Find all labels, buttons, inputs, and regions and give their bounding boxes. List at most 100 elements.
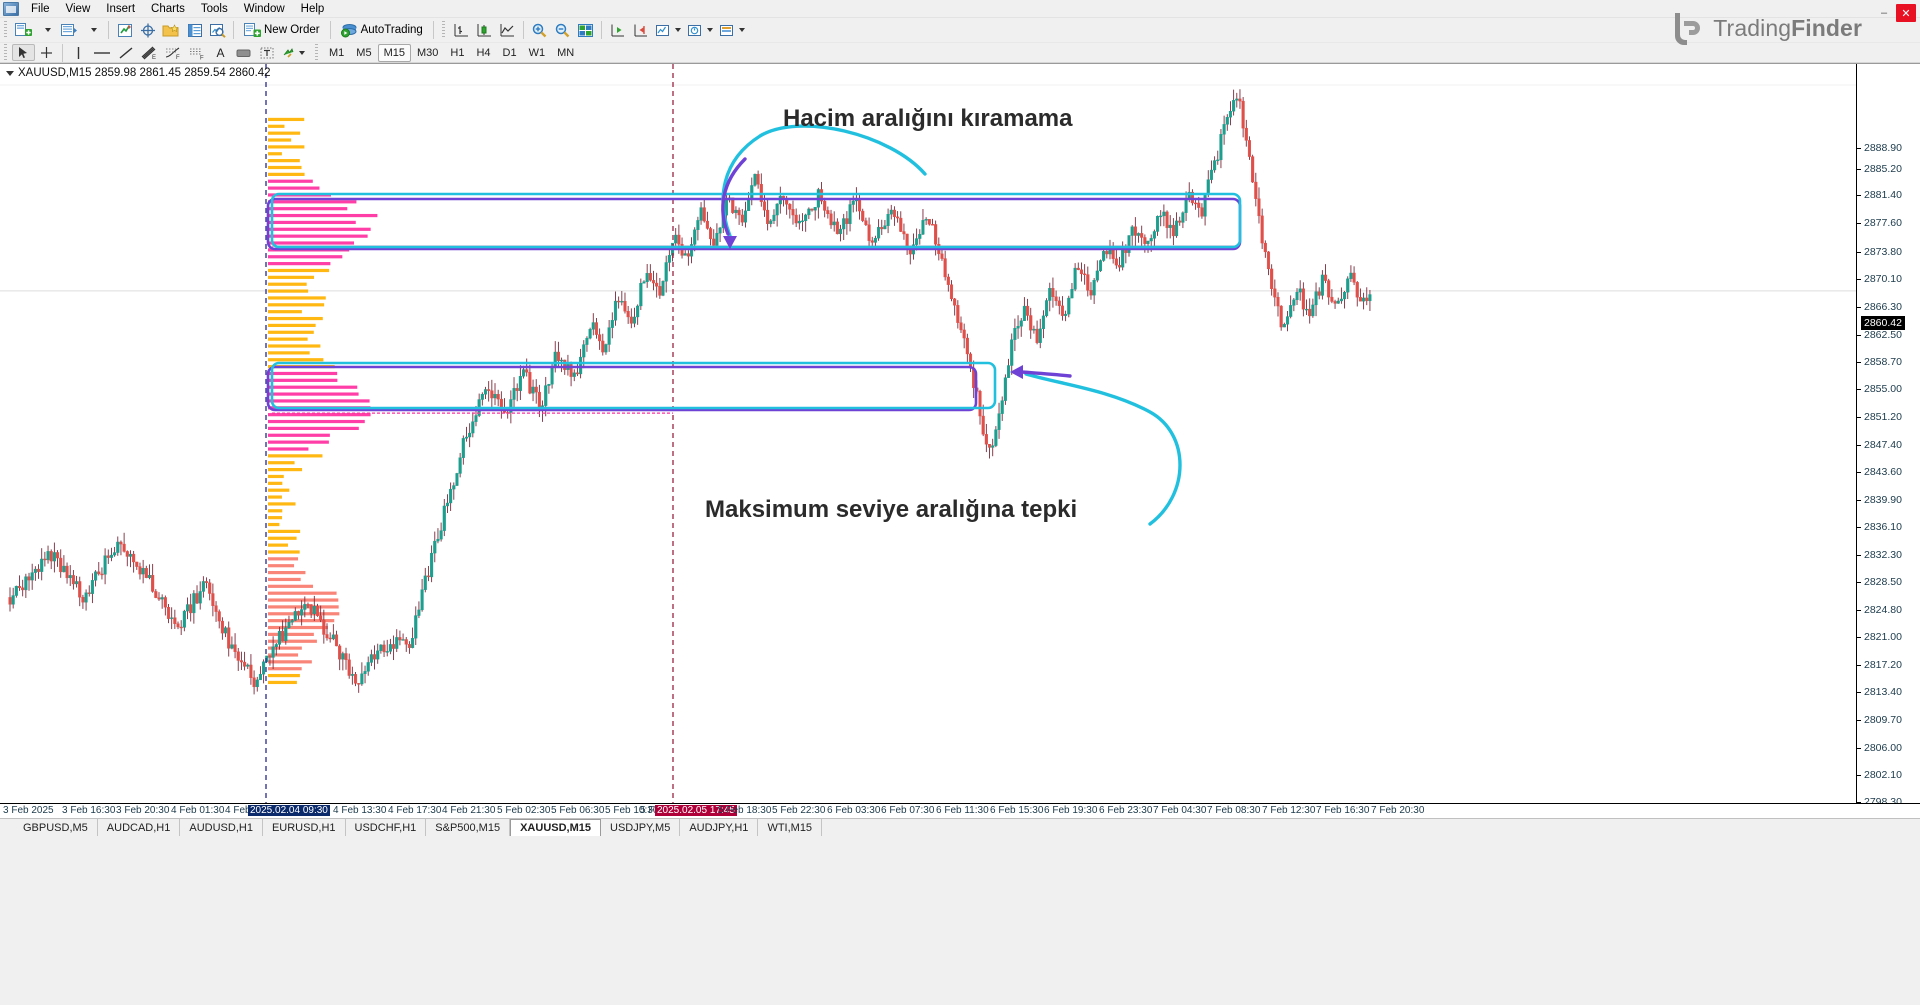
- text-icon[interactable]: A: [209, 42, 232, 64]
- price-axis-label: 2866.30: [1857, 301, 1902, 313]
- chart-tab-usdjpym5[interactable]: USDJPY,M5: [601, 819, 681, 836]
- time-axis-label: 6 Feb 23:30: [1099, 805, 1153, 816]
- price-axis-label: 2888.90: [1857, 142, 1902, 154]
- timeframe-h1[interactable]: H1: [444, 44, 470, 62]
- vertical-line-icon[interactable]: [67, 42, 90, 64]
- chart-tab-gbpusdm5[interactable]: GBPUSD,M5: [14, 819, 98, 836]
- timeframe-mn[interactable]: MN: [551, 44, 580, 62]
- time-axis-label: 7 Feb 20:30: [1371, 805, 1425, 816]
- drawing-toolbar: E F F A M1 M5 M15 M30 H1 H4 D1 W1 MN: [0, 43, 1920, 63]
- auto-scroll-button[interactable]: [606, 19, 629, 41]
- menu-item-tools[interactable]: Tools: [193, 0, 236, 18]
- svg-text:E: E: [152, 55, 156, 60]
- timeframe-m5[interactable]: M5: [350, 44, 377, 62]
- menu-item-file[interactable]: File: [23, 0, 58, 18]
- menu-item-help[interactable]: Help: [293, 0, 333, 18]
- chart-tab-usdchfh1[interactable]: USDCHF,H1: [346, 819, 427, 836]
- periodicity-button[interactable]: [684, 19, 716, 41]
- minimize-button[interactable]: –: [1875, 4, 1893, 22]
- chart-tab-wtim15[interactable]: WTI,M15: [758, 819, 823, 836]
- timeframe-m30[interactable]: M30: [411, 44, 444, 62]
- upper-zone-cyan: [270, 192, 1242, 249]
- favorites-folder-button[interactable]: [159, 19, 183, 41]
- time-axis-label: 7 Feb 16:30: [1316, 805, 1370, 816]
- menu-item-insert[interactable]: Insert: [98, 0, 143, 18]
- chart-tab-xauusdm15[interactable]: XAUUSD,M15: [510, 819, 601, 836]
- time-axis-label: 6 Feb 07:30: [881, 805, 935, 816]
- cursor-icon[interactable]: [12, 44, 35, 61]
- price-axis-label: 2862.50: [1857, 329, 1902, 341]
- svg-text:F: F: [200, 55, 204, 60]
- time-axis[interactable]: 3 Feb 2025 3 Feb 16:30 3 Feb 20:30 4 Feb 01…: [0, 803, 1920, 818]
- new-chart-dropdown[interactable]: [35, 19, 58, 41]
- text-box-icon[interactable]: [255, 42, 278, 64]
- market-watch-button[interactable]: [113, 19, 136, 41]
- timeframe-w1[interactable]: W1: [523, 44, 552, 62]
- text-label-icon[interactable]: [232, 42, 255, 64]
- time-axis-label: 4 Feb 17:30: [388, 805, 442, 816]
- toolbar-grip[interactable]: [314, 43, 320, 62]
- bar-chart-button[interactable]: [450, 19, 473, 41]
- terminal-button[interactable]: [183, 19, 206, 41]
- fibonacci-retracement-icon[interactable]: F: [161, 42, 185, 64]
- main-toolbar: New Order AutoTrading: [0, 18, 1920, 43]
- autotrading-button[interactable]: AutoTrading: [335, 19, 429, 41]
- line-chart-button[interactable]: [496, 19, 519, 41]
- chart-menu-caret-icon[interactable]: [6, 70, 14, 76]
- fibonacci-fan-icon[interactable]: F: [185, 42, 209, 64]
- strategy-tester-button[interactable]: [206, 19, 229, 41]
- toolbar-separator: [62, 43, 63, 62]
- toolbar-separator: [329, 21, 331, 39]
- timeframe-d1[interactable]: D1: [497, 44, 523, 62]
- chart-tab-eurusdh1[interactable]: EURUSD,H1: [263, 819, 346, 836]
- price-axis-label: 2877.60: [1857, 217, 1902, 229]
- indicators-button[interactable]: [652, 19, 684, 41]
- price-axis-label: 2809.70: [1857, 714, 1902, 726]
- timeframe-m15[interactable]: M15: [377, 43, 411, 62]
- chart-tab-audcadh1[interactable]: AUDCAD,H1: [98, 819, 181, 836]
- close-button[interactable]: ✕: [1896, 4, 1916, 22]
- autotrading-label: AutoTrading: [360, 24, 423, 36]
- crosshair-icon[interactable]: [35, 42, 58, 64]
- profiles-button[interactable]: [58, 19, 81, 41]
- price-axis-label: 2843.60: [1857, 466, 1902, 478]
- chart-shift-button[interactable]: [629, 19, 652, 41]
- price-axis-label: 2855.00: [1857, 383, 1902, 395]
- timeframe-m1[interactable]: M1: [323, 44, 350, 62]
- price-axis-label: 2885.20: [1857, 163, 1902, 175]
- toolbar-separator: [600, 21, 602, 39]
- chart-tab-sp500m15[interactable]: S&P500,M15: [426, 819, 511, 836]
- chart-area[interactable]: XAUUSD,M15 2859.98 2861.45 2859.54 2860.…: [0, 63, 1920, 863]
- templates-button[interactable]: [716, 19, 748, 41]
- arrows-icon[interactable]: [278, 42, 308, 64]
- equidistant-channel-icon[interactable]: E: [137, 42, 161, 64]
- time-axis-label: 6 Feb 19:30: [1044, 805, 1098, 816]
- chart-canvas[interactable]: Hacim aralığını kıramama Maksimum seviye …: [0, 64, 1856, 804]
- price-axis-label: 2881.40: [1857, 189, 1902, 201]
- new-order-button[interactable]: New Order: [238, 19, 326, 41]
- grid-button[interactable]: [574, 19, 597, 41]
- navigator-button[interactable]: [136, 19, 159, 41]
- time-axis-label: 3 Feb 16:30: [62, 805, 116, 816]
- menu-item-view[interactable]: View: [58, 0, 99, 18]
- profiles-dropdown[interactable]: [81, 19, 104, 41]
- zoom-out-button[interactable]: [551, 19, 574, 41]
- time-axis-label: 4 Feb 01:30: [171, 805, 225, 816]
- zoom-in-button[interactable]: [528, 19, 551, 41]
- menu-item-window[interactable]: Window: [236, 0, 293, 18]
- time-axis-label: 3 Feb 2025: [3, 805, 54, 816]
- toolbar-grip[interactable]: [3, 21, 9, 39]
- timeframe-h4[interactable]: H4: [470, 44, 496, 62]
- price-axis-label: 2832.30: [1857, 549, 1902, 561]
- menu-item-charts[interactable]: Charts: [143, 0, 193, 18]
- chart-tab-audjpyh1[interactable]: AUDJPY,H1: [680, 819, 759, 836]
- price-axis[interactable]: 2888.90 2885.20 2881.40 2877.60 2873.80 2870.…: [1856, 64, 1920, 863]
- chart-plot[interactable]: Hacim aralığını kıramama Maksimum seviye …: [0, 64, 1856, 804]
- trendline-icon[interactable]: [114, 42, 137, 64]
- candlestick-chart-button[interactable]: [473, 19, 496, 41]
- toolbar-grip[interactable]: [440, 21, 447, 39]
- horizontal-line-icon[interactable]: [90, 42, 114, 64]
- toolbar-grip[interactable]: [3, 43, 9, 62]
- new-chart-button[interactable]: [12, 19, 35, 41]
- chart-tab-audusdh1[interactable]: AUDUSD,H1: [180, 819, 263, 836]
